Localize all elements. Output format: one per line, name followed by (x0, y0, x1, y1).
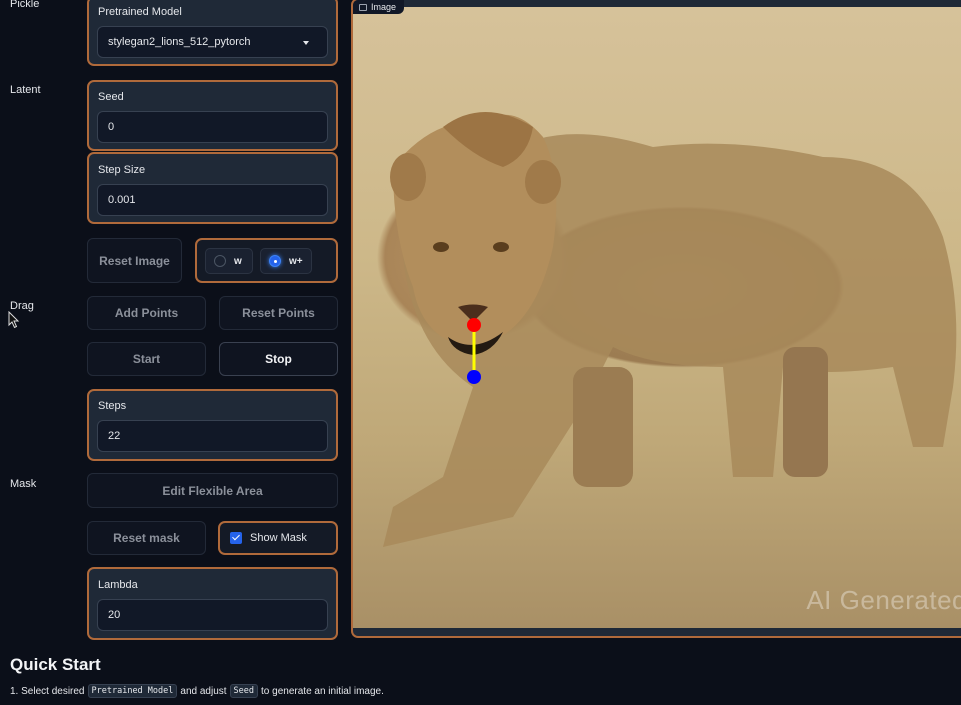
lambda-input[interactable]: 20 (97, 599, 328, 631)
show-mask-checkbox[interactable]: Show Mask (218, 521, 338, 555)
reset-points-button[interactable]: Reset Points (219, 296, 338, 330)
pretrained-model-dropdown[interactable]: stylegan2_lions_512_pytorch (97, 26, 328, 58)
step1-middle: and adjust (180, 685, 227, 697)
checkbox-checked-icon (230, 532, 242, 544)
radio-unselected-icon (214, 255, 226, 267)
radio-w-plus[interactable]: w+ (260, 248, 312, 274)
lambda-block: Lambda 20 (87, 567, 338, 640)
pretrained-model-label: Pretrained Model (98, 6, 182, 18)
steps-label: Steps (98, 400, 127, 412)
steps-input[interactable]: 22 (97, 420, 328, 452)
quick-start-heading: Quick Start (10, 655, 101, 674)
handle-point[interactable] (467, 318, 481, 332)
section-label-mask: Mask (10, 478, 37, 490)
reset-image-button[interactable]: Reset Image (87, 238, 182, 283)
steps-block: Steps 22 (87, 389, 338, 461)
pretrained-model-block: Pretrained Model stylegan2_lions_512_pyt… (87, 0, 338, 66)
radio-w[interactable]: w (205, 248, 253, 274)
add-points-button[interactable]: Add Points (87, 296, 206, 330)
code-pretrained-model: Pretrained Model (87, 684, 178, 698)
image-panel-tag: Image (353, 0, 405, 14)
chevron-down-icon (303, 41, 309, 45)
code-seed: Seed (229, 684, 259, 698)
lion-image-canvas[interactable]: AI Generated (353, 7, 961, 628)
seed-block: Seed 0 (87, 80, 338, 151)
pretrained-model-value: stylegan2_lions_512_pytorch (108, 36, 251, 48)
lion-illustration (383, 112, 957, 547)
target-point[interactable] (467, 370, 481, 384)
mouse-cursor-icon (8, 311, 20, 329)
edit-flexible-area-button[interactable]: Edit Flexible Area (87, 473, 338, 508)
image-panel: Image AI Generated (351, 0, 961, 638)
latent-space-radio-group: w w+ (195, 238, 338, 283)
section-label-pickle: Pickle (10, 0, 40, 10)
image-panel-label: Image (371, 2, 397, 12)
ai-generated-watermark: AI Generated (806, 585, 961, 615)
image-icon (359, 3, 367, 11)
show-mask-label: Show Mask (250, 532, 307, 544)
step1-suffix: to generate an initial image. (261, 685, 384, 697)
section-label-latent: Latent (10, 84, 41, 96)
stop-button[interactable]: Stop (219, 342, 338, 376)
step-size-block: Step Size 0.001 (87, 152, 338, 224)
quick-start-step-1: 1. Select desired Pretrained Model and a… (10, 684, 384, 698)
step1-prefix: 1. Select desired (10, 685, 85, 697)
start-button[interactable]: Start (87, 342, 206, 376)
step-size-input[interactable]: 0.001 (97, 184, 328, 216)
radio-selected-icon (269, 255, 281, 267)
reset-mask-button[interactable]: Reset mask (87, 521, 206, 555)
lambda-label: Lambda (98, 579, 138, 591)
radio-w-plus-label: w+ (289, 255, 303, 267)
seed-input[interactable]: 0 (97, 111, 328, 143)
step-size-label: Step Size (98, 164, 146, 176)
radio-w-label: w (234, 255, 242, 267)
seed-label: Seed (98, 91, 124, 103)
